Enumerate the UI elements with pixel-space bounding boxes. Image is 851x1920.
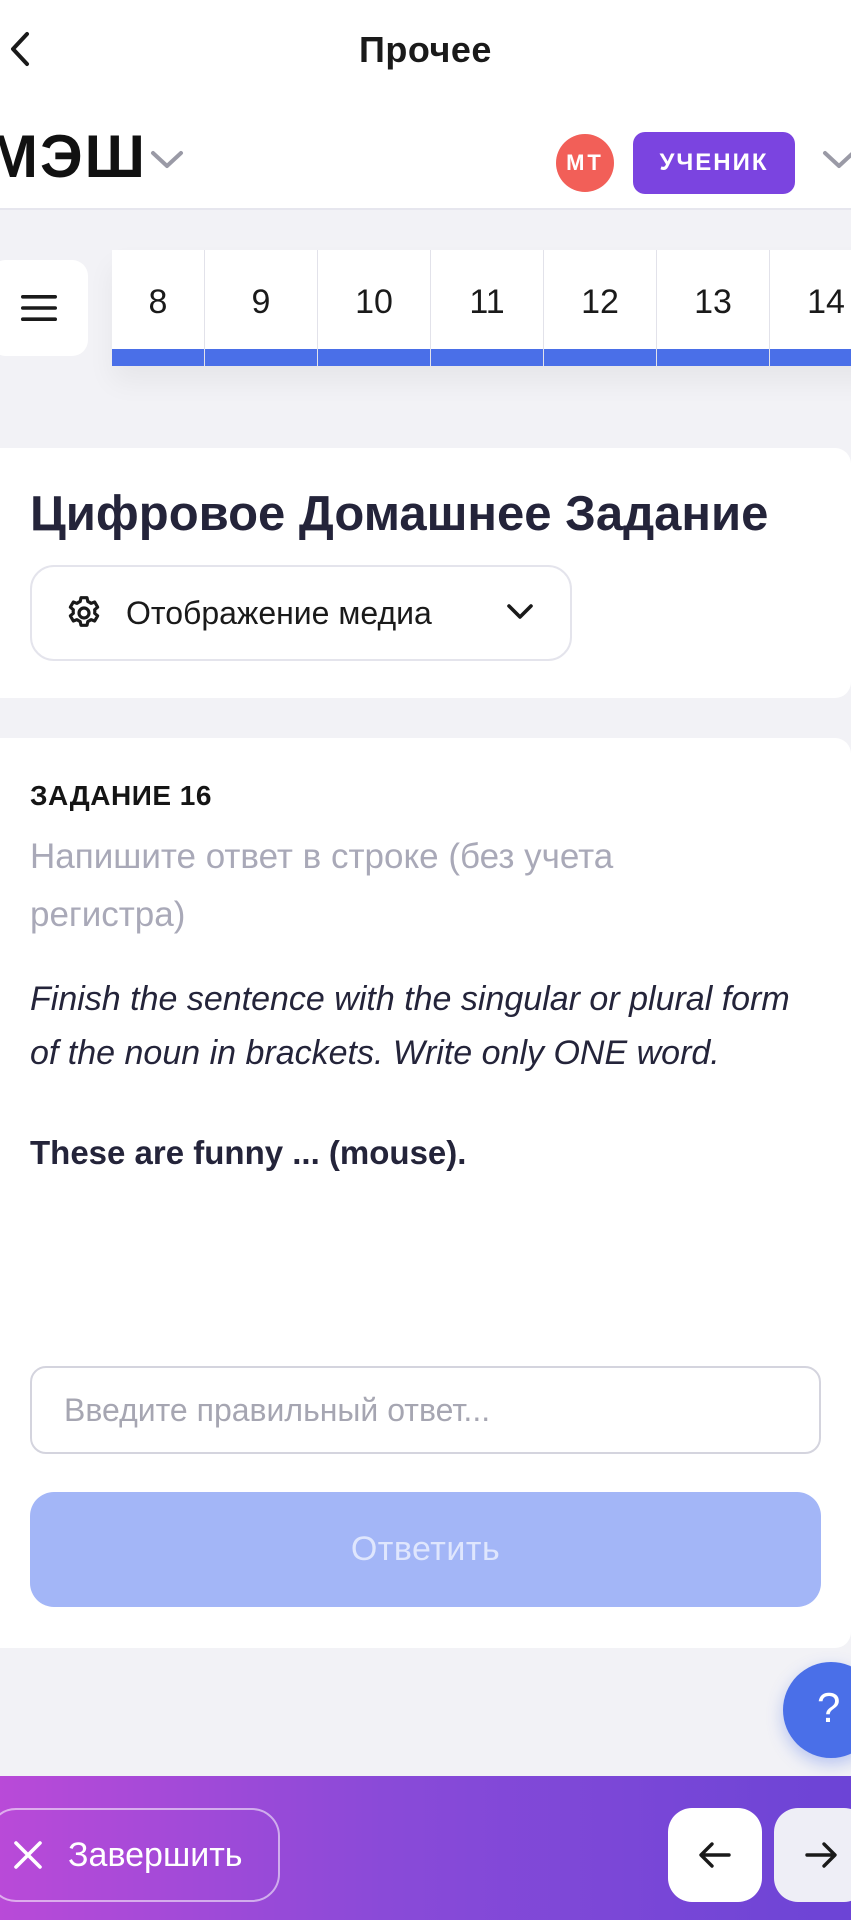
hamburger-menu-icon [21, 295, 57, 321]
gear-icon [68, 596, 100, 627]
task-number-item[interactable]: 9 [205, 250, 318, 366]
submit-answer-button[interactable]: Ответить [30, 1492, 821, 1607]
task-text: Finish the sentence with the singular or… [30, 980, 790, 1072]
close-icon [14, 1841, 42, 1869]
previous-task-button[interactable] [668, 1808, 762, 1902]
finish-button[interactable]: Завершить [0, 1808, 280, 1902]
task-number-label: ЗАДАНИЕ 16 [30, 780, 212, 811]
help-question-icon: ? [817, 1684, 841, 1731]
brand-logo: МЭШ [0, 123, 147, 190]
page-title: Цифровое Домашнее Задание [30, 487, 769, 541]
finish-label: Завершить [68, 1835, 243, 1874]
task-instruction: Напишите ответ в строке (без учета регис… [30, 837, 614, 934]
task-number-item[interactable]: 12 [544, 250, 657, 366]
next-task-button[interactable] [774, 1808, 851, 1902]
task-number-item[interactable]: 8 [112, 250, 205, 366]
back-button[interactable] [0, 24, 40, 74]
arrow-right-icon [805, 1842, 837, 1868]
chevron-left-icon [11, 32, 29, 66]
answer-input[interactable] [30, 1366, 821, 1454]
brand-chevron-down-icon[interactable] [150, 150, 184, 170]
role-badge[interactable]: УЧЕНИК [633, 132, 795, 194]
menu-button[interactable] [0, 260, 88, 356]
user-avatar[interactable]: МТ [556, 134, 614, 192]
role-chevron-down-icon[interactable] [822, 150, 851, 170]
task-question: These are funny ... (mouse). [30, 1134, 467, 1171]
arrow-left-icon [699, 1842, 731, 1868]
task-number-item[interactable]: 10 [318, 250, 431, 366]
task-number-item[interactable]: 14 [770, 250, 851, 366]
task-number-item[interactable]: 11 [431, 250, 544, 366]
help-button[interactable]: ? [783, 1662, 851, 1758]
task-number-strip: 8 9 10 11 12 13 14 [112, 250, 851, 366]
top-nav-bar [0, 0, 851, 100]
media-display-dropdown[interactable]: Отображение медиа [30, 565, 572, 661]
task-number-item[interactable]: 13 [657, 250, 770, 366]
media-display-label: Отображение медиа [126, 594, 432, 631]
chevron-down-icon [507, 604, 533, 619]
